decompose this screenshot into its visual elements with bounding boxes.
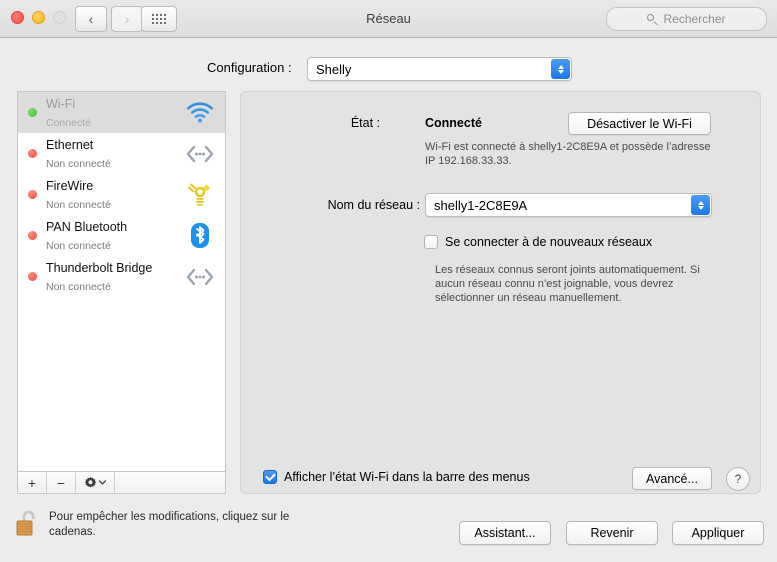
- add-service-button[interactable]: +: [18, 472, 47, 493]
- advanced-button[interactable]: Avancé...: [632, 467, 712, 490]
- chevron-updown-icon[interactable]: [691, 195, 710, 215]
- network-name-dropdown[interactable]: shelly1-2C8E9A: [425, 193, 712, 217]
- join-new-networks-checkbox[interactable]: [424, 235, 438, 249]
- apply-button[interactable]: Appliquer: [672, 521, 764, 545]
- join-new-networks-label: Se connecter à de nouveaux réseaux: [445, 235, 653, 249]
- service-name: Ethernet: [46, 137, 94, 152]
- network-name-label: Nom du réseau :: [327, 198, 420, 212]
- wifi-icon: [183, 98, 217, 128]
- state-label: État :: [350, 116, 380, 130]
- show-wifi-menubar-label: Afficher l’état Wi-Fi dans la barre des …: [284, 470, 530, 484]
- help-button[interactable]: ?: [726, 467, 750, 491]
- search-field[interactable]: Rechercher: [606, 7, 767, 31]
- search-icon: [647, 13, 658, 25]
- network-services-list[interactable]: Wi-Fi Connecté Ethernet Non connecté Fir…: [17, 91, 226, 472]
- service-actions-button[interactable]: [76, 472, 115, 493]
- firewire-icon: [183, 180, 217, 210]
- service-status: Non connecté: [46, 198, 111, 211]
- network-name-value: shelly1-2C8E9A: [434, 197, 528, 213]
- lock-row: Pour empêcher les modifications, cliquez…: [14, 508, 344, 545]
- state-value: Connecté: [425, 116, 482, 130]
- chevron-down-icon: [99, 480, 106, 485]
- plus-icon: +: [27, 474, 37, 491]
- ethernet-icon: [183, 262, 217, 292]
- status-dot: [28, 149, 37, 158]
- status-dot: [28, 272, 37, 281]
- revert-button[interactable]: Revenir: [566, 521, 658, 545]
- titlebar: ‹ › Réseau Rechercher: [0, 0, 777, 38]
- network-preferences-window: ‹ › Réseau Rechercher Configuration : Sh…: [0, 0, 777, 562]
- sidebar-item-thunderbolt-bridge[interactable]: Thunderbolt Bridge Non connecté: [18, 256, 225, 297]
- sidebar-item-pan-bluetooth[interactable]: PAN Bluetooth Non connecté: [18, 215, 225, 256]
- lock-message: Pour empêcher les modifications, cliquez…: [49, 511, 290, 538]
- ethernet-icon: [183, 139, 217, 169]
- remove-service-button[interactable]: −: [47, 472, 76, 493]
- unlocked-padlock-icon[interactable]: [14, 508, 40, 545]
- minus-icon: −: [56, 474, 66, 491]
- toggle-wifi-button[interactable]: Désactiver le Wi-Fi: [568, 112, 711, 135]
- show-wifi-menubar-checkbox[interactable]: [263, 470, 277, 484]
- state-description: Wi-Fi est connecté à shelly1-2C8E9A et p…: [425, 141, 711, 167]
- service-name: Wi-Fi: [46, 96, 76, 111]
- search-placeholder: Rechercher: [663, 12, 726, 26]
- configuration-value: Shelly: [316, 61, 352, 77]
- service-status: Non connecté: [46, 157, 111, 170]
- question-mark-icon: ?: [734, 472, 742, 486]
- configuration-label: Configuration :: [207, 60, 292, 75]
- status-dot: [28, 108, 37, 117]
- configuration-dropdown[interactable]: Shelly: [307, 57, 572, 81]
- service-status: Connecté: [46, 116, 91, 129]
- show-wifi-menubar-row[interactable]: Afficher l’état Wi-Fi dans la barre des …: [263, 470, 530, 484]
- chevron-updown-icon[interactable]: [551, 59, 570, 79]
- bluetooth-icon: [183, 221, 217, 251]
- service-name: PAN Bluetooth: [46, 219, 128, 234]
- join-new-networks-row[interactable]: Se connecter à de nouveaux réseaux: [424, 235, 652, 249]
- service-status: Non connecté: [46, 280, 111, 293]
- status-dot: [28, 231, 37, 240]
- assistant-button[interactable]: Assistant...: [459, 521, 551, 545]
- sidebar-item-wifi[interactable]: Wi-Fi Connecté: [18, 92, 225, 133]
- gear-icon: [84, 476, 97, 488]
- services-toolbar: + −: [17, 472, 226, 494]
- status-dot: [28, 190, 37, 199]
- service-name: FireWire: [46, 178, 94, 193]
- service-status: Non connecté: [46, 239, 111, 252]
- service-name: Thunderbolt Bridge: [46, 260, 153, 275]
- window-title-text: Réseau: [366, 11, 411, 26]
- sidebar-item-ethernet[interactable]: Ethernet Non connecté: [18, 133, 225, 174]
- join-help-text: Les réseaux connus seront joints automat…: [435, 264, 700, 304]
- sidebar-item-firewire[interactable]: FireWire Non connecté: [18, 174, 225, 215]
